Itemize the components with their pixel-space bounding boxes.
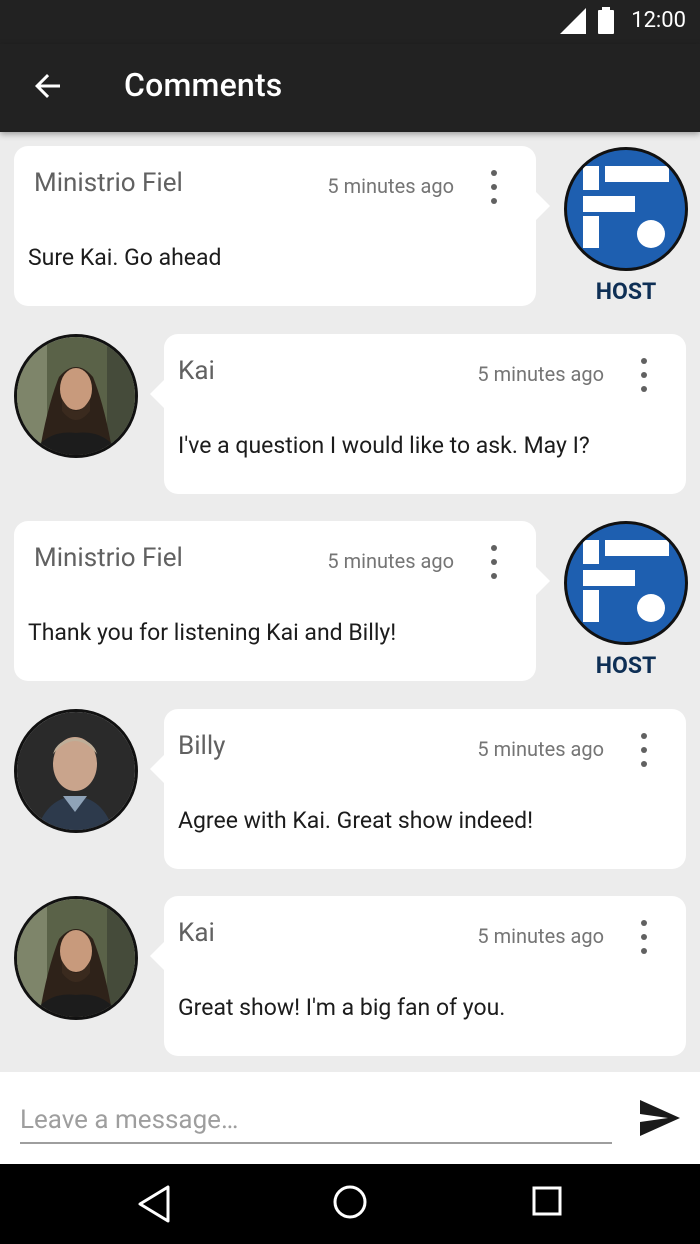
comment-bubble: Kai 5 minutes ago I've a question I woul…	[150, 334, 686, 494]
comment-list[interactable]: Ministrio Fiel 5 minutes ago Sure Kai. G…	[0, 132, 700, 1072]
send-icon[interactable]	[640, 1100, 680, 1136]
status-time: 12:00	[631, 8, 686, 33]
user-avatar-kai[interactable]	[14, 334, 138, 458]
nav-home-icon[interactable]	[332, 1184, 368, 1220]
nav-back-icon[interactable]	[136, 1184, 172, 1224]
more-options-icon[interactable]	[488, 545, 500, 579]
comment-message: Thank you for listening Kai and Billy!	[28, 619, 397, 646]
nav-recents-icon[interactable]	[532, 1186, 562, 1216]
comment-author: Kai	[178, 356, 215, 386]
comment-bubble: Ministrio Fiel 5 minutes ago Thank you f…	[14, 521, 550, 681]
more-options-icon[interactable]	[638, 920, 650, 954]
comment-time: 5 minutes ago	[327, 549, 454, 573]
message-input[interactable]	[20, 1098, 612, 1144]
comment-time: 5 minutes ago	[327, 174, 454, 198]
host-avatar[interactable]	[564, 521, 688, 645]
user-avatar-billy[interactable]	[14, 709, 138, 833]
comment-message: Agree with Kai. Great show indeed!	[178, 807, 534, 834]
comment-message: I've a question I would like to ask. May…	[178, 432, 590, 459]
comment-author: Ministrio Fiel	[34, 543, 183, 573]
host-avatar[interactable]	[564, 147, 688, 271]
host-logo-icon	[583, 166, 669, 248]
system-nav-bar	[0, 1164, 700, 1244]
host-badge: HOST	[595, 652, 657, 679]
comment-bubble: Kai 5 minutes ago Great show! I'm a big …	[150, 896, 686, 1056]
comment-author: Kai	[178, 918, 215, 948]
comment-message: Sure Kai. Go ahead	[28, 244, 222, 271]
battery-icon	[598, 7, 614, 34]
kai-portrait	[17, 899, 135, 1017]
comment-author: Billy	[178, 731, 226, 761]
back-arrow-icon[interactable]	[30, 68, 66, 104]
kai-portrait	[17, 337, 135, 455]
comment-time: 5 minutes ago	[477, 362, 604, 386]
signal-icon	[560, 8, 586, 34]
comment-time: 5 minutes ago	[477, 924, 604, 948]
status-bar: 12:00	[0, 0, 700, 44]
app-bar: Comments	[0, 44, 700, 132]
billy-portrait	[17, 712, 135, 830]
host-badge: HOST	[595, 278, 657, 305]
message-composer	[0, 1072, 700, 1164]
more-options-icon[interactable]	[638, 358, 650, 392]
page-title: Comments	[124, 66, 283, 104]
comment-message: Great show! I'm a big fan of you.	[178, 994, 506, 1021]
host-logo-icon	[583, 540, 669, 622]
comment-time: 5 minutes ago	[477, 737, 604, 761]
comment-bubble: Billy 5 minutes ago Agree with Kai. Grea…	[150, 709, 686, 869]
more-options-icon[interactable]	[638, 733, 650, 767]
more-options-icon[interactable]	[488, 170, 500, 204]
user-avatar-kai[interactable]	[14, 896, 138, 1020]
comment-author: Ministrio Fiel	[34, 168, 183, 198]
comment-bubble: Ministrio Fiel 5 minutes ago Sure Kai. G…	[14, 146, 550, 306]
